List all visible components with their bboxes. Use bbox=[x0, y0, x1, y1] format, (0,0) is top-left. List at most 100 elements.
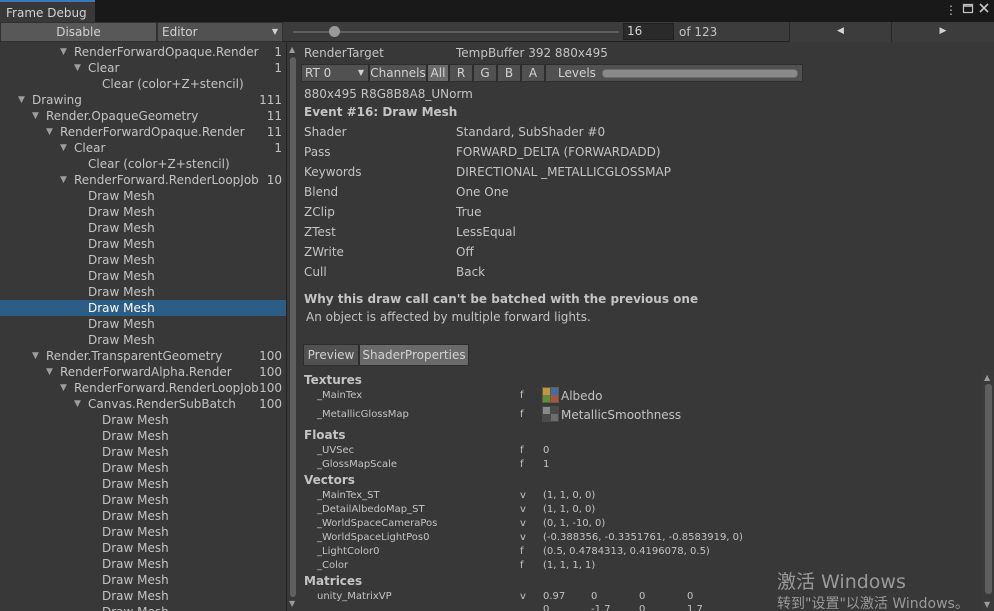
tree-row-label: Draw Mesh bbox=[88, 301, 155, 315]
tree-row[interactable]: Draw Mesh bbox=[0, 460, 286, 476]
event-prop-key: Keywords bbox=[304, 165, 362, 179]
tree-row[interactable]: ▼ RenderForwardOpaque.Render 1 bbox=[0, 44, 286, 60]
tree-row-label: Draw Mesh bbox=[102, 493, 169, 507]
tree-row[interactable]: Draw Mesh bbox=[0, 540, 286, 556]
tree-row[interactable]: ▼ Drawing 111 bbox=[0, 92, 286, 108]
tree-row[interactable]: Draw Mesh bbox=[0, 188, 286, 204]
levels-range-slider[interactable] bbox=[602, 69, 798, 78]
tree-row-label: RenderForwardAlpha.Render bbox=[60, 365, 232, 379]
expand-triangle-icon[interactable]: ▼ bbox=[74, 60, 81, 76]
channel-b-button[interactable]: B bbox=[497, 64, 521, 82]
expand-triangle-icon[interactable]: ▼ bbox=[46, 124, 53, 140]
shader-prop-name: _WorldSpaceCameraPos bbox=[317, 518, 438, 529]
tree-row[interactable]: ▼ RenderForwardAlpha.Render 100 bbox=[0, 364, 286, 380]
tree-row-count: 1 bbox=[274, 45, 282, 59]
tree-row[interactable]: Draw Mesh bbox=[0, 604, 286, 611]
tree-row[interactable]: ▼ RenderForward.RenderLoopJob 10 bbox=[0, 172, 286, 188]
tree-row[interactable]: Draw Mesh bbox=[0, 204, 286, 220]
tree-row-label: Draw Mesh bbox=[88, 285, 155, 299]
tree-row[interactable]: Draw Mesh bbox=[0, 252, 286, 268]
render-target-value: TempBuffer 392 880x495 bbox=[456, 46, 608, 60]
close-icon[interactable] bbox=[976, 2, 992, 18]
frame-slider-track[interactable] bbox=[293, 31, 619, 33]
maximize-icon[interactable] bbox=[960, 2, 976, 18]
tree-row-count: 10 bbox=[266, 173, 282, 187]
title-bar bbox=[0, 0, 994, 22]
tree-row[interactable]: Draw Mesh bbox=[0, 588, 286, 604]
tree-row[interactable]: Clear (color+Z+stencil) bbox=[0, 156, 286, 172]
channel-all-button[interactable]: All bbox=[427, 64, 449, 82]
expand-triangle-icon[interactable]: ▼ bbox=[18, 92, 25, 108]
event-prop-key: ZTest bbox=[304, 225, 336, 239]
tree-row[interactable]: Draw Mesh bbox=[0, 316, 286, 332]
expand-triangle-icon[interactable]: ▼ bbox=[60, 140, 67, 156]
target-dropdown[interactable]: Editor ▼ bbox=[157, 22, 283, 42]
tree-row[interactable]: ▼ Render.TransparentGeometry 100 bbox=[0, 348, 286, 364]
tree-row[interactable]: Draw Mesh bbox=[0, 220, 286, 236]
tree-row[interactable]: Draw Mesh bbox=[0, 492, 286, 508]
tree-row[interactable]: ▼ Render.OpaqueGeometry 11 bbox=[0, 108, 286, 124]
tab-frame-debug[interactable]: Frame Debug bbox=[0, 0, 95, 22]
levels-control[interactable]: Levels bbox=[545, 64, 803, 82]
scroll-down-icon[interactable]: ▼ bbox=[289, 599, 295, 608]
tree-row[interactable]: Draw Mesh bbox=[0, 332, 286, 348]
tree-row-count: 1 bbox=[274, 141, 282, 155]
frame-index-field[interactable]: 16 bbox=[623, 23, 674, 40]
expand-triangle-icon[interactable]: ▼ bbox=[32, 348, 39, 364]
scroll-up-icon[interactable]: ▲ bbox=[289, 45, 295, 54]
tree-row[interactable]: ▼ Canvas.RenderSubBatch 100 bbox=[0, 396, 286, 412]
scroll-down-icon[interactable]: ▼ bbox=[984, 600, 990, 609]
shader-prop-value: 1 bbox=[543, 459, 550, 470]
channel-g-button[interactable]: G bbox=[473, 64, 497, 82]
channel-r-button[interactable]: R bbox=[449, 64, 473, 82]
tree-row[interactable]: Draw Mesh bbox=[0, 428, 286, 444]
expand-triangle-icon[interactable]: ▼ bbox=[46, 364, 53, 380]
expand-triangle-icon[interactable]: ▼ bbox=[74, 396, 81, 412]
tree-row[interactable]: Draw Mesh bbox=[0, 300, 286, 316]
kebab-menu-icon[interactable]: ⋮ bbox=[943, 2, 959, 18]
tree-row[interactable]: ▼ RenderForwardOpaque.Render 11 bbox=[0, 124, 286, 140]
scroll-up-icon[interactable]: ▲ bbox=[984, 373, 990, 382]
tree-scrollbar-thumb[interactable] bbox=[290, 57, 296, 597]
tree-row[interactable]: ▼ RenderForward.RenderLoopJob 100 bbox=[0, 380, 286, 396]
panel-splitter[interactable]: ▲ ▼ bbox=[287, 43, 299, 611]
rt-dropdown[interactable]: RT 0 ▼ bbox=[301, 64, 369, 82]
matrix-cell: 0 bbox=[543, 604, 550, 611]
chevron-down-icon: ▼ bbox=[271, 27, 278, 36]
tab-preview[interactable]: Preview bbox=[303, 344, 359, 366]
expand-triangle-icon[interactable]: ▼ bbox=[60, 44, 67, 60]
disable-button[interactable]: Disable bbox=[0, 22, 157, 42]
tree-row-label: Draw Mesh bbox=[88, 205, 155, 219]
tree-row[interactable]: Draw Mesh bbox=[0, 572, 286, 588]
tab-shader-properties[interactable]: ShaderProperties bbox=[359, 344, 469, 366]
tree-row[interactable]: Clear (color+Z+stencil) bbox=[0, 76, 286, 92]
tree-row[interactable]: Draw Mesh bbox=[0, 412, 286, 428]
tree-row[interactable]: Draw Mesh bbox=[0, 476, 286, 492]
expand-triangle-icon[interactable]: ▼ bbox=[60, 172, 67, 188]
texture-thumbnail-icon[interactable] bbox=[542, 406, 559, 422]
tree-row[interactable]: Draw Mesh bbox=[0, 556, 286, 572]
tree-row[interactable]: ▼ Clear 1 bbox=[0, 140, 286, 156]
event-prop-value: Off bbox=[456, 245, 474, 259]
tree-row-label: RenderForwardOpaque.Render bbox=[74, 45, 259, 59]
tree-row[interactable]: Draw Mesh bbox=[0, 236, 286, 252]
tree-row[interactable]: Draw Mesh bbox=[0, 508, 286, 524]
tree-row-label: RenderForward.RenderLoopJob bbox=[74, 381, 259, 395]
next-event-button[interactable]: ▶ bbox=[891, 22, 994, 42]
toolbar: Disable Editor ▼ 16 of 123 ◀ ▶ bbox=[0, 22, 994, 42]
expand-triangle-icon[interactable]: ▼ bbox=[32, 108, 39, 124]
tree-row[interactable]: Draw Mesh bbox=[0, 524, 286, 540]
texture-thumbnail-icon[interactable] bbox=[542, 387, 559, 403]
tree-row[interactable]: Draw Mesh bbox=[0, 268, 286, 284]
tree-row[interactable]: Draw Mesh bbox=[0, 284, 286, 300]
properties-scrollbar-thumb[interactable] bbox=[985, 384, 992, 594]
tree-row-label: Draw Mesh bbox=[102, 461, 169, 475]
channel-a-button[interactable]: A bbox=[521, 64, 545, 82]
previous-event-button[interactable]: ◀ bbox=[789, 22, 891, 42]
tree-row[interactable]: Draw Mesh bbox=[0, 444, 286, 460]
frame-slider-thumb[interactable] bbox=[328, 26, 340, 37]
expand-triangle-icon[interactable]: ▼ bbox=[60, 380, 67, 396]
render-target-label: RenderTarget bbox=[304, 46, 384, 60]
tree-row[interactable]: ▼ Clear 1 bbox=[0, 60, 286, 76]
tree-row-count: 11 bbox=[266, 109, 282, 123]
